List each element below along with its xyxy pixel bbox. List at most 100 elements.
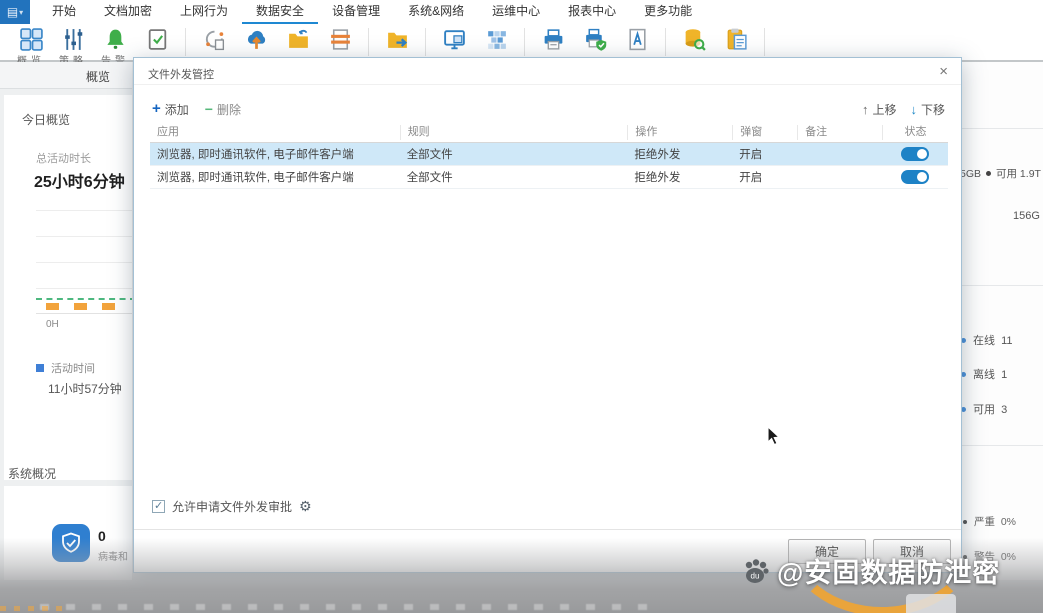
gear-icon[interactable]: ⚙ xyxy=(299,498,312,515)
stat-label: 在线 xyxy=(973,335,995,347)
approval-checkbox[interactable] xyxy=(152,500,165,513)
menu-item-system-network[interactable]: 系统&网络 xyxy=(394,0,478,24)
menu-item-data-security[interactable]: 数据安全 xyxy=(242,0,318,24)
minus-icon: − xyxy=(205,103,213,115)
toolbar-alert-button[interactable]: 告警 xyxy=(94,27,136,67)
status-toggle[interactable] xyxy=(901,147,929,161)
toolbar-overview-button[interactable]: 概览 xyxy=(10,27,52,67)
cell-rule: 全部文件 xyxy=(400,146,628,162)
ok-button[interactable]: 确定 xyxy=(788,539,866,564)
legend-swatch xyxy=(36,364,44,372)
toolbar-print-control-button[interactable] xyxy=(319,27,361,52)
toolbar-separator xyxy=(665,28,666,56)
toolbar-file-outgoing-button[interactable] xyxy=(376,27,418,52)
clipped-text-marks xyxy=(40,604,660,610)
dialog-titlebar[interactable]: 文件外发管控 × xyxy=(134,58,961,85)
column-header-app[interactable]: 应用 xyxy=(150,125,400,140)
legend-label: 活动时间 xyxy=(51,360,95,376)
delete-button[interactable]: − 删除 xyxy=(205,101,241,118)
move-down-button[interactable]: ↓ 下移 xyxy=(910,101,945,118)
divider xyxy=(959,285,1043,286)
chart-bar xyxy=(46,303,59,310)
today-overview-title: 今日概览 xyxy=(22,111,70,128)
database-search-icon xyxy=(682,27,707,52)
threshold-line xyxy=(36,298,132,300)
faded-button-shape xyxy=(906,594,956,613)
toolbar-clipboard-button[interactable] xyxy=(715,27,757,52)
dialog-title: 文件外发管控 xyxy=(148,66,214,82)
status-toggle[interactable] xyxy=(901,170,929,184)
column-header-popup[interactable]: 弹窗 xyxy=(732,125,797,140)
system-overview-title: 系统概况 xyxy=(8,465,56,482)
approval-task-icon xyxy=(145,27,170,52)
approval-row: 允许申请文件外发审批 ⚙ xyxy=(152,498,312,515)
table-header-row: 应用 规则 操作 弹窗 备注 状态 xyxy=(150,122,948,143)
document-watermark-icon xyxy=(625,27,650,52)
shield-check-icon xyxy=(58,530,84,556)
delete-label: 删除 xyxy=(217,101,241,118)
column-header-rule[interactable]: 规则 xyxy=(400,125,628,140)
add-label: 添加 xyxy=(165,101,189,118)
app-menu-button[interactable]: ▤▾ xyxy=(0,0,30,24)
move-up-button[interactable]: ↑ 上移 xyxy=(862,101,897,118)
table-row[interactable]: 浏览器, 即时通讯软件, 电子邮件客户端 全部文件 拒绝外发 开启 xyxy=(150,166,948,189)
toolbar-screen-watermark-button[interactable] xyxy=(433,27,475,52)
column-header-action[interactable]: 操作 xyxy=(627,125,732,140)
clipboard-icon xyxy=(724,27,749,52)
toolbar-policy-button[interactable]: 策略 xyxy=(52,27,94,67)
toolbar-folder-restore-button[interactable] xyxy=(277,27,319,52)
stat-available: 可用 3 xyxy=(959,401,1007,417)
toolbar-sync-button[interactable] xyxy=(193,27,235,52)
toolbar-doc-watermark-button[interactable] xyxy=(616,27,658,52)
cell-app: 浏览器, 即时通讯软件, 电子邮件客户端 xyxy=(150,169,400,185)
menu-item-web-behavior[interactable]: 上网行为 xyxy=(166,0,242,24)
menu-item-device-management[interactable]: 设备管理 xyxy=(318,0,394,24)
stat-label: 可用 xyxy=(973,404,995,416)
cancel-button[interactable]: 取消 xyxy=(873,539,951,564)
toolbar-mosaic-button[interactable] xyxy=(475,27,517,52)
mosaic-icon xyxy=(484,27,509,52)
toolbar-separator xyxy=(368,28,369,56)
alert-warning: 警告 0% xyxy=(959,549,1016,564)
tab-overview[interactable]: 概览 xyxy=(86,68,110,85)
close-icon[interactable]: × xyxy=(939,63,948,80)
toolbar-cloud-upload-button[interactable] xyxy=(235,27,277,52)
screen-watermark-icon xyxy=(442,27,467,52)
stat-value: 1 xyxy=(1001,369,1007,381)
policy-sliders-icon xyxy=(61,27,86,52)
left-panel: 概览 今日概览 总活动时长 25小时6分钟 0H 活动时间 11小时57分钟 系… xyxy=(0,62,132,580)
move-up-label: 上移 xyxy=(872,101,896,118)
today-overview-card: 今日概览 总活动时长 25小时6分钟 0H 活动时间 11小时57分钟 xyxy=(4,95,132,480)
toolbar-approval-button[interactable] xyxy=(136,27,178,52)
table-row[interactable]: 浏览器, 即时通讯软件, 电子邮件客户端 全部文件 拒绝外发 开启 xyxy=(150,143,948,166)
cell-popup: 开启 xyxy=(732,146,797,162)
toolbar-printer-button[interactable] xyxy=(532,27,574,52)
legend-value: 11小时57分钟 xyxy=(48,380,122,397)
chevron-down-icon: ▾ xyxy=(19,8,23,17)
overview-grid-icon xyxy=(19,27,44,52)
column-header-remark[interactable]: 备注 xyxy=(797,125,882,140)
alert-value: 0% xyxy=(1001,551,1016,563)
menu-item-report-center[interactable]: 报表中心 xyxy=(554,0,630,24)
alert-label: 警告 xyxy=(974,551,995,563)
add-button[interactable]: + 添加 xyxy=(152,101,189,118)
approval-label: 允许申请文件外发审批 xyxy=(172,498,292,515)
toolbar-separator xyxy=(425,28,426,56)
disk-available: 可用 1.9T xyxy=(996,168,1041,180)
printer-icon xyxy=(541,27,566,52)
menu-item-start[interactable]: 开始 xyxy=(38,0,90,24)
menu-bar: ▤▾ 开始 文档加密 上网行为 数据安全 设备管理 系统&网络 运维中心 报表中… xyxy=(0,0,1043,24)
menu-item-more-functions[interactable]: 更多功能 xyxy=(630,0,706,24)
cell-app: 浏览器, 即时通讯软件, 电子邮件客户端 xyxy=(150,146,400,162)
move-down-label: 下移 xyxy=(921,101,945,118)
toolbar-data-discovery-button[interactable] xyxy=(673,27,715,52)
toolbar-separator xyxy=(524,28,525,56)
total-activity-value: 25小时6分钟 xyxy=(34,168,125,192)
menu-item-doc-encryption[interactable]: 文档加密 xyxy=(90,0,166,24)
toolbar-printer-audit-button[interactable] xyxy=(574,27,616,52)
stat-offline: 离线 1 xyxy=(959,366,1007,382)
column-header-status[interactable]: 状态 xyxy=(882,125,948,140)
menu-item-ops-center[interactable]: 运维中心 xyxy=(478,0,554,24)
arrow-up-icon: ↑ xyxy=(862,102,869,117)
clipped-orange-marks xyxy=(0,606,70,611)
